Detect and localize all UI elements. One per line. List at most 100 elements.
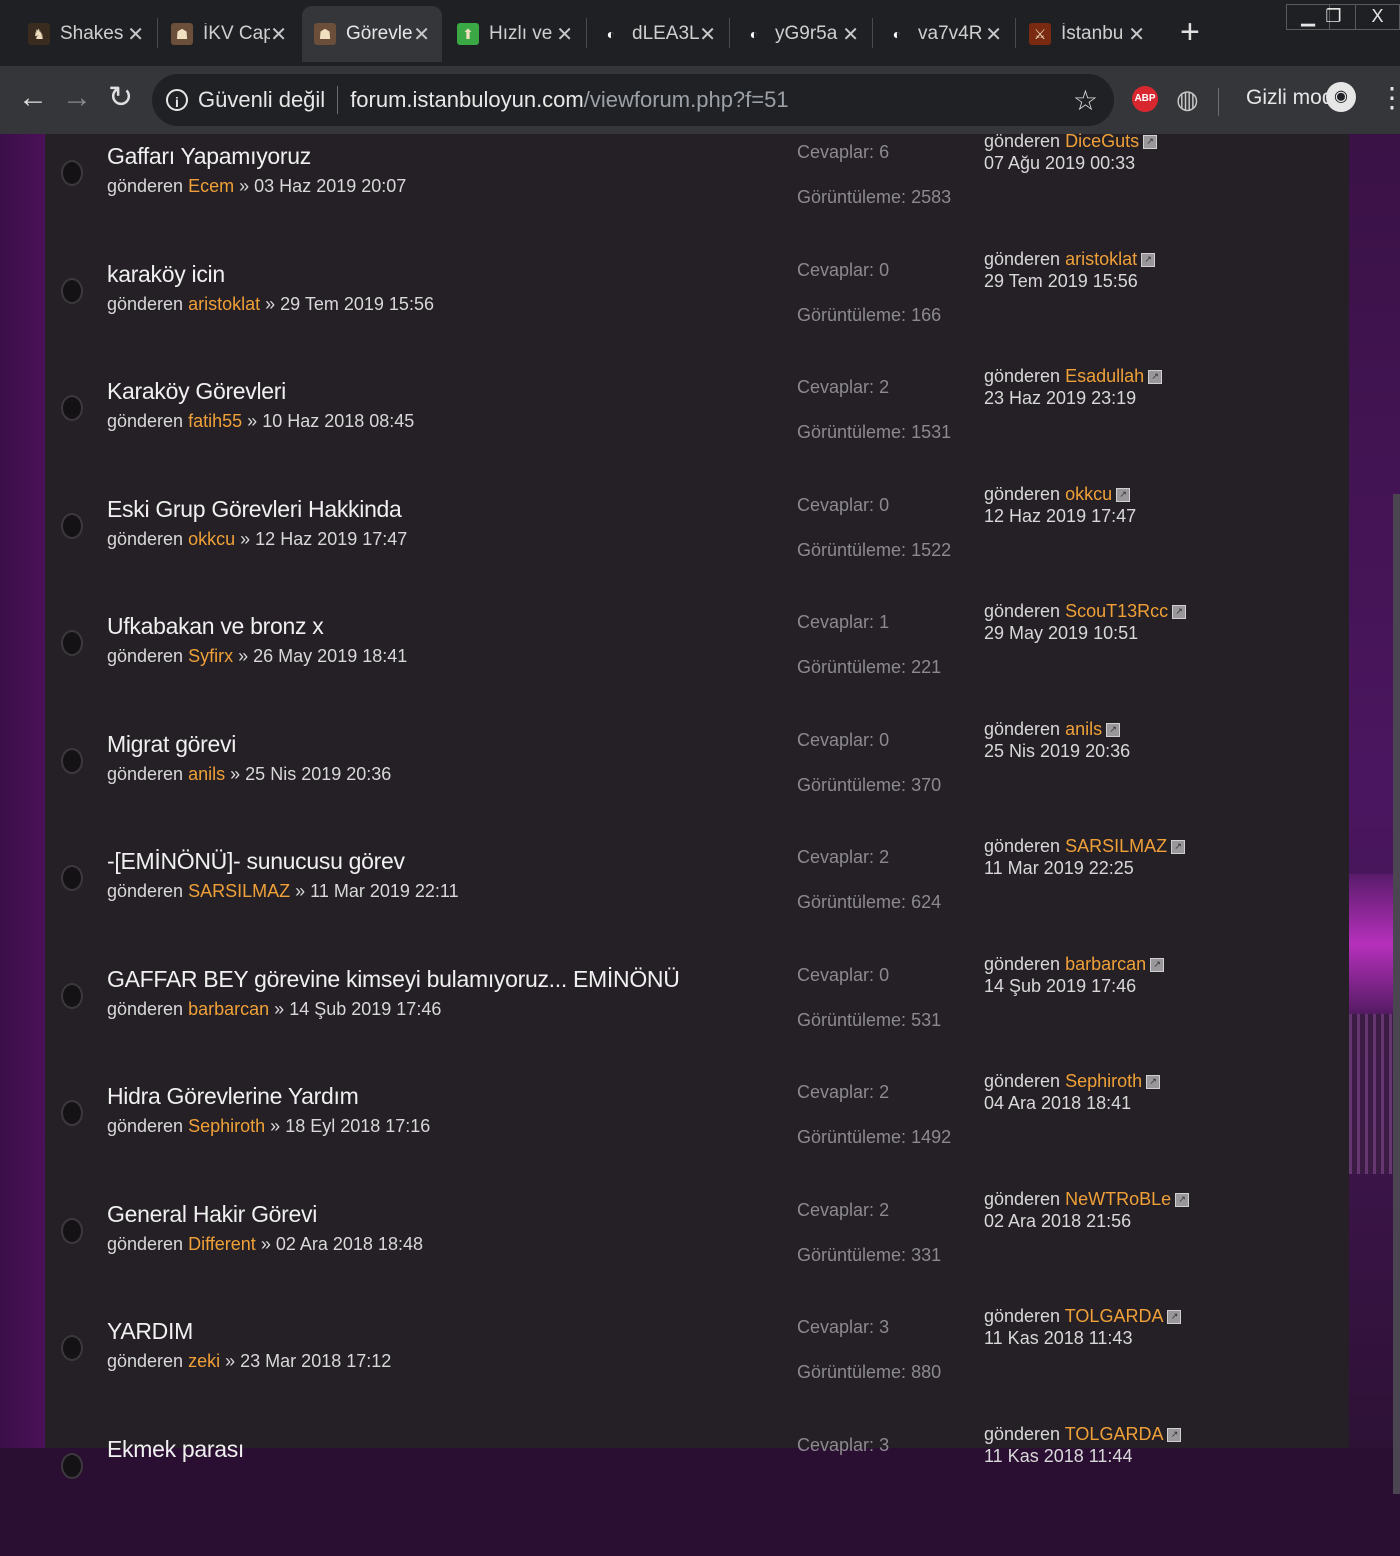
last-post: gönderen TOLGARDA ↗ 11 Kas 2018 11:44: [984, 1423, 1182, 1467]
author-link[interactable]: fatih55: [188, 411, 242, 431]
goto-last-post-icon[interactable]: ↗: [1143, 135, 1158, 150]
scrollbar[interactable]: [1393, 494, 1400, 1494]
tab-separator: [729, 18, 730, 48]
tab-2[interactable]: ☗ Görevle ✕: [302, 6, 442, 62]
views-value: 880: [911, 1362, 942, 1382]
topic-title-link[interactable]: Ekmek parası: [107, 1436, 244, 1463]
last-post-author-link[interactable]: Esadullah: [1065, 366, 1144, 386]
author-link[interactable]: okkcu: [188, 529, 235, 549]
goto-last-post-icon[interactable]: ↗: [1150, 957, 1165, 972]
author-link[interactable]: Syfirx: [188, 646, 233, 666]
author-link[interactable]: anils: [188, 764, 225, 784]
tab-7[interactable]: ⚔ İstanbu ✕: [1017, 6, 1157, 62]
last-post-author-link[interactable]: Sephiroth: [1065, 1071, 1142, 1091]
tab-0[interactable]: ♞ Shakes ✕: [16, 6, 156, 62]
author-link[interactable]: barbarcan: [188, 999, 269, 1019]
adblock-icon[interactable]: ABP: [1132, 86, 1158, 112]
tab-close-icon[interactable]: ✕: [270, 22, 287, 47]
menu-icon[interactable]: ⋮: [1378, 80, 1400, 116]
new-tab-button[interactable]: +: [1180, 14, 1200, 50]
forward-arrow-icon[interactable]: →: [62, 80, 92, 116]
globe-icon: ◐: [886, 23, 908, 45]
address-bar[interactable]: i Güvenli değil forum.istanbuloyun.com/v…: [152, 74, 1114, 126]
goto-last-post-icon[interactable]: ↗: [1141, 252, 1156, 267]
topic-title-link[interactable]: Gaffarı Yapamıyoruz: [107, 143, 311, 170]
by-label: gönderen: [107, 176, 184, 196]
tab-4[interactable]: ◐ dLEA3L ✕: [588, 6, 728, 62]
last-post-author-link[interactable]: TOLGARDA: [1065, 1424, 1164, 1444]
url-path[interactable]: /viewforum.php?f=51: [584, 87, 789, 113]
tab-close-icon[interactable]: ✕: [985, 22, 1002, 47]
back-arrow-icon[interactable]: ←: [18, 80, 48, 116]
bookmark-star-icon[interactable]: ☆: [1073, 84, 1098, 117]
last-post-author-link[interactable]: anils: [1065, 719, 1102, 739]
reload-icon[interactable]: ↻: [108, 80, 133, 116]
topic-row: Eski Grup Görevleri Hakkinda gönderen okk…: [45, 484, 1349, 616]
globe-extension-icon[interactable]: ◍: [1176, 84, 1199, 115]
tab-close-icon[interactable]: ✕: [127, 22, 144, 47]
tab-close-icon[interactable]: ✕: [413, 22, 430, 47]
last-post-author-link[interactable]: aristoklat: [1065, 249, 1137, 269]
views-count: Görüntüleme: 624: [797, 892, 941, 913]
last-post-author-link[interactable]: DiceGuts: [1065, 131, 1139, 151]
restore-button[interactable]: ❐: [1312, 4, 1356, 30]
topic-title-link[interactable]: Eski Grup Görevleri Hakkinda: [107, 496, 402, 523]
tab-5[interactable]: ◐ yG9r5a ✕: [731, 6, 871, 62]
security-label[interactable]: Güvenli değil: [198, 87, 325, 113]
goto-last-post-icon[interactable]: ↗: [1171, 840, 1186, 855]
last-post-author-link[interactable]: ScouT13Rcc: [1065, 601, 1168, 621]
topic-title-link[interactable]: Hidra Görevlerine Yardım: [107, 1083, 359, 1110]
goto-last-post-icon[interactable]: ↗: [1167, 1310, 1182, 1325]
goto-last-post-icon[interactable]: ↗: [1172, 605, 1187, 620]
tab-close-icon[interactable]: ✕: [556, 22, 573, 47]
page-viewport: Gaffarı Yapamıyoruz gönderen Ecem » 03 Ha…: [0, 131, 1400, 1494]
author-link[interactable]: Different: [188, 1234, 256, 1254]
tab-close-icon[interactable]: ✕: [1128, 22, 1145, 47]
forum-avatar-icon: ☗: [314, 23, 336, 45]
topic-row: GAFFAR BEY görevine kimseyi bulamıyoruz.…: [45, 954, 1349, 1086]
goto-last-post-icon[interactable]: ↗: [1116, 487, 1131, 502]
tab-1[interactable]: ☗ İKV Cap ✕: [159, 6, 299, 62]
tab-close-icon[interactable]: ✕: [842, 22, 859, 47]
topic-title-link[interactable]: Ufkabakan ve bronz x: [107, 613, 324, 640]
topic-title-link[interactable]: GAFFAR BEY görevine kimseyi bulamıyoruz.…: [107, 966, 680, 993]
topic-title-link[interactable]: -[EMİNÖNÜ]- sunucusu görev: [107, 848, 405, 875]
last-post-author-link[interactable]: SARSILMAZ: [1065, 836, 1167, 856]
topic-status-icon: [61, 865, 83, 891]
author-link[interactable]: Sephiroth: [188, 1116, 265, 1136]
author-link[interactable]: SARSILMAZ: [188, 881, 290, 901]
author-link[interactable]: Ecem: [188, 176, 234, 196]
author-link[interactable]: aristoklat: [188, 294, 260, 314]
url-host[interactable]: forum.istanbuloyun.com: [350, 87, 584, 113]
topic-title-link[interactable]: General Hakir Görevi: [107, 1201, 317, 1228]
last-post-date: 11 Mar 2019 22:25: [984, 858, 1134, 878]
topic-title-link[interactable]: Karaköy Görevleri: [107, 378, 286, 405]
forum-avatar-icon: ☗: [171, 23, 193, 45]
replies-count: Cevaplar: 6: [797, 142, 889, 163]
last-post-author-link[interactable]: TOLGARDA: [1065, 1306, 1164, 1326]
separator: »: [265, 293, 276, 314]
topic-status-icon: [61, 1335, 83, 1361]
goto-last-post-icon[interactable]: ↗: [1106, 722, 1121, 737]
goto-last-post-icon[interactable]: ↗: [1175, 1192, 1190, 1207]
tab-close-icon[interactable]: ✕: [699, 22, 716, 47]
topic-row: Hidra Görevlerine Yardım gönderen Sephiro…: [45, 1071, 1349, 1203]
last-post-author-link[interactable]: barbarcan: [1065, 954, 1146, 974]
replies-label: Cevaplar:: [797, 964, 875, 985]
omnibox-divider: [337, 86, 339, 114]
goto-last-post-icon[interactable]: ↗: [1167, 1427, 1182, 1442]
topic-title-link[interactable]: karaköy icin: [107, 261, 225, 288]
last-post-author-link[interactable]: okkcu: [1065, 484, 1112, 504]
incognito-icon[interactable]: ◉: [1326, 82, 1356, 112]
close-window-button[interactable]: X: [1356, 4, 1400, 30]
last-post-author-link[interactable]: NeWTRoBLe: [1065, 1189, 1171, 1209]
topic-title-link[interactable]: YARDIM: [107, 1318, 193, 1345]
tab-3[interactable]: ⬆ Hızlı ve ✕: [445, 6, 585, 62]
goto-last-post-icon[interactable]: ↗: [1146, 1075, 1161, 1090]
topic-title-link[interactable]: Migrat görevi: [107, 731, 236, 758]
goto-last-post-icon[interactable]: ↗: [1148, 370, 1163, 385]
info-icon[interactable]: i: [166, 89, 188, 111]
post-date: 03 Haz 2019 20:07: [254, 176, 407, 196]
tab-6[interactable]: ◐ va7v4R ✕: [874, 6, 1014, 62]
author-link[interactable]: zeki: [188, 1351, 220, 1371]
